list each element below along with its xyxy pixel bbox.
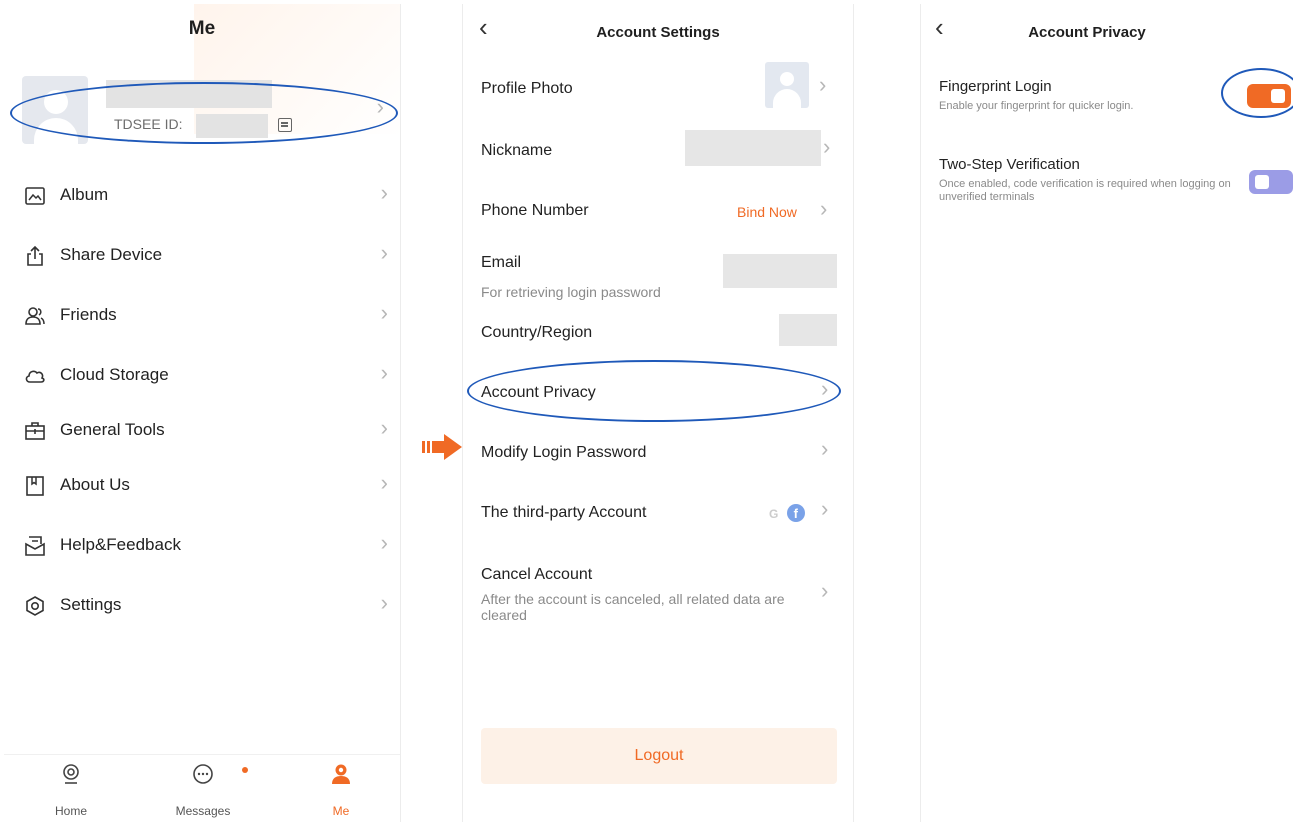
menu-item-share-device[interactable]: Share Device › xyxy=(24,240,394,272)
chevron-right-icon: › xyxy=(819,72,827,97)
chevron-right-icon: › xyxy=(380,240,388,265)
row-label: Profile Photo xyxy=(481,80,573,97)
menu-label: Help&Feedback xyxy=(60,535,181,554)
row-sublabel: Once enabled, code verification is requi… xyxy=(939,178,1231,203)
bookmark-icon xyxy=(26,476,44,496)
page-title: Account Settings xyxy=(596,24,720,41)
menu-label: Cloud Storage xyxy=(60,365,169,384)
row-label: Nickname xyxy=(481,142,553,159)
settings-icon xyxy=(26,596,44,616)
menu-label: Settings xyxy=(60,595,122,614)
menu-label: Album xyxy=(60,185,109,204)
chevron-right-icon: › xyxy=(380,470,388,495)
row-label: Cancel Account xyxy=(481,566,593,583)
google-icon: G xyxy=(769,507,779,521)
camera-icon xyxy=(63,764,79,784)
row-sublabel: After the account is canceled, all relat… xyxy=(481,591,785,623)
tab-label: Home xyxy=(54,804,87,818)
chevron-right-icon: › xyxy=(380,180,388,205)
chevron-right-icon: › xyxy=(380,360,388,385)
tab-messages[interactable]: Messages xyxy=(158,763,248,818)
unread-dot xyxy=(242,767,248,773)
profile-photo-thumbnail xyxy=(765,62,809,108)
row-sublabel: For retrieving login password xyxy=(481,284,661,300)
menu-item-help-feedback[interactable]: Help&Feedback › xyxy=(24,530,394,562)
feedback-icon xyxy=(25,536,45,556)
menu-label: About Us xyxy=(60,475,130,494)
row-label: Country/Region xyxy=(481,324,593,341)
account-settings-screen: ‹ Account Settings Profile Photo › Nickn… xyxy=(462,4,854,822)
chevron-right-icon: › xyxy=(380,415,388,440)
me-screen: Me TDSEE ID: › Album › Share Device › Fr… xyxy=(4,4,401,822)
tab-me[interactable]: Me xyxy=(296,763,386,818)
bind-now-link[interactable]: Bind Now xyxy=(737,204,797,220)
album-icon xyxy=(25,187,45,205)
row-label: Fingerprint Login xyxy=(939,78,1052,95)
friends-icon xyxy=(25,307,45,325)
tab-label: Messages xyxy=(175,804,231,818)
account-privacy-screen: ‹ Account Privacy Fingerprint Login Enab… xyxy=(920,4,1293,822)
menu-item-general-tools[interactable]: General Tools › xyxy=(24,415,394,447)
chevron-right-icon: › xyxy=(821,436,829,461)
chevron-right-icon: › xyxy=(380,530,388,555)
tab-bar: Home Messages Me xyxy=(4,754,400,822)
menu-label: Friends xyxy=(60,305,117,324)
redacted-nickname xyxy=(685,130,821,166)
highlight-ellipse xyxy=(10,82,398,144)
highlight-ellipse xyxy=(1221,68,1293,118)
menu-label: General Tools xyxy=(60,420,165,439)
chevron-right-icon: › xyxy=(380,300,388,325)
cloud-icon xyxy=(25,370,45,383)
menu-label: Share Device xyxy=(60,245,163,264)
row-label: Phone Number xyxy=(481,202,589,219)
user-icon xyxy=(332,764,350,784)
chevron-right-icon: › xyxy=(821,578,829,603)
row-label: The third-party Account xyxy=(481,504,647,521)
two-step-verification-toggle[interactable] xyxy=(1249,170,1293,194)
toolbox-icon xyxy=(25,422,45,440)
redacted-country xyxy=(779,314,837,346)
share-icon xyxy=(27,245,43,266)
social-icons: G f xyxy=(769,504,805,523)
row-label: Modify Login Password xyxy=(481,444,647,461)
menu-item-album[interactable]: Album › xyxy=(24,180,394,212)
highlight-ellipse xyxy=(467,360,841,422)
tab-home[interactable]: Home xyxy=(26,763,116,818)
menu-item-cloud-storage[interactable]: Cloud Storage › xyxy=(24,360,394,392)
chevron-right-icon: › xyxy=(823,134,831,159)
logout-button[interactable]: Logout xyxy=(481,728,837,784)
chevron-right-icon: › xyxy=(380,590,388,615)
page-title: Account Privacy xyxy=(1028,24,1146,41)
row-label: Email xyxy=(481,254,522,271)
tab-label: Me xyxy=(332,804,350,818)
row-label: Two-Step Verification xyxy=(939,156,1080,173)
menu-item-settings[interactable]: Settings › xyxy=(24,590,394,622)
row-sublabel: Enable your fingerprint for quicker logi… xyxy=(939,100,1134,112)
redacted-email xyxy=(723,254,837,288)
menu-item-friends[interactable]: Friends › xyxy=(24,300,394,332)
page-title: Me xyxy=(188,18,216,39)
menu-item-about-us[interactable]: About Us › xyxy=(24,470,394,502)
chevron-right-icon: › xyxy=(821,496,829,521)
message-icon xyxy=(193,764,213,784)
chevron-right-icon: › xyxy=(820,196,828,221)
flow-arrow-icon xyxy=(422,434,462,460)
facebook-icon: f xyxy=(786,504,805,522)
